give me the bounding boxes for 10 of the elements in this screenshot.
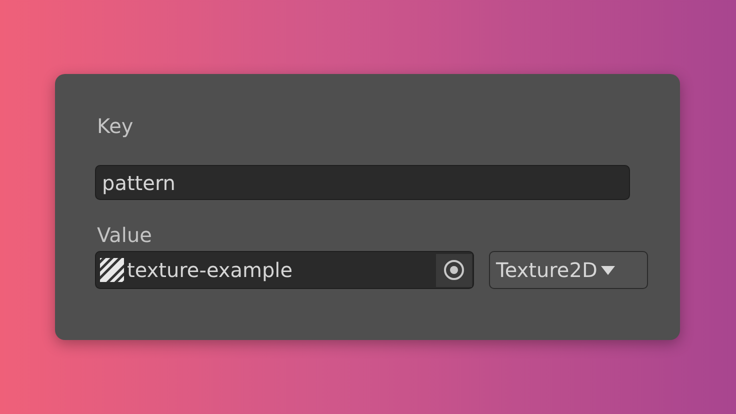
value-label: Value — [97, 223, 152, 247]
key-field[interactable]: pattern — [95, 165, 630, 200]
type-dropdown[interactable]: Texture2D — [489, 251, 648, 289]
target-icon — [443, 259, 465, 281]
object-field[interactable]: texture-example — [95, 251, 474, 289]
texture-icon — [100, 258, 124, 282]
object-picker-button[interactable] — [436, 254, 472, 286]
caret-icon — [601, 266, 616, 274]
object-name: texture-example — [127, 258, 294, 282]
key-label: Key — [97, 114, 134, 138]
